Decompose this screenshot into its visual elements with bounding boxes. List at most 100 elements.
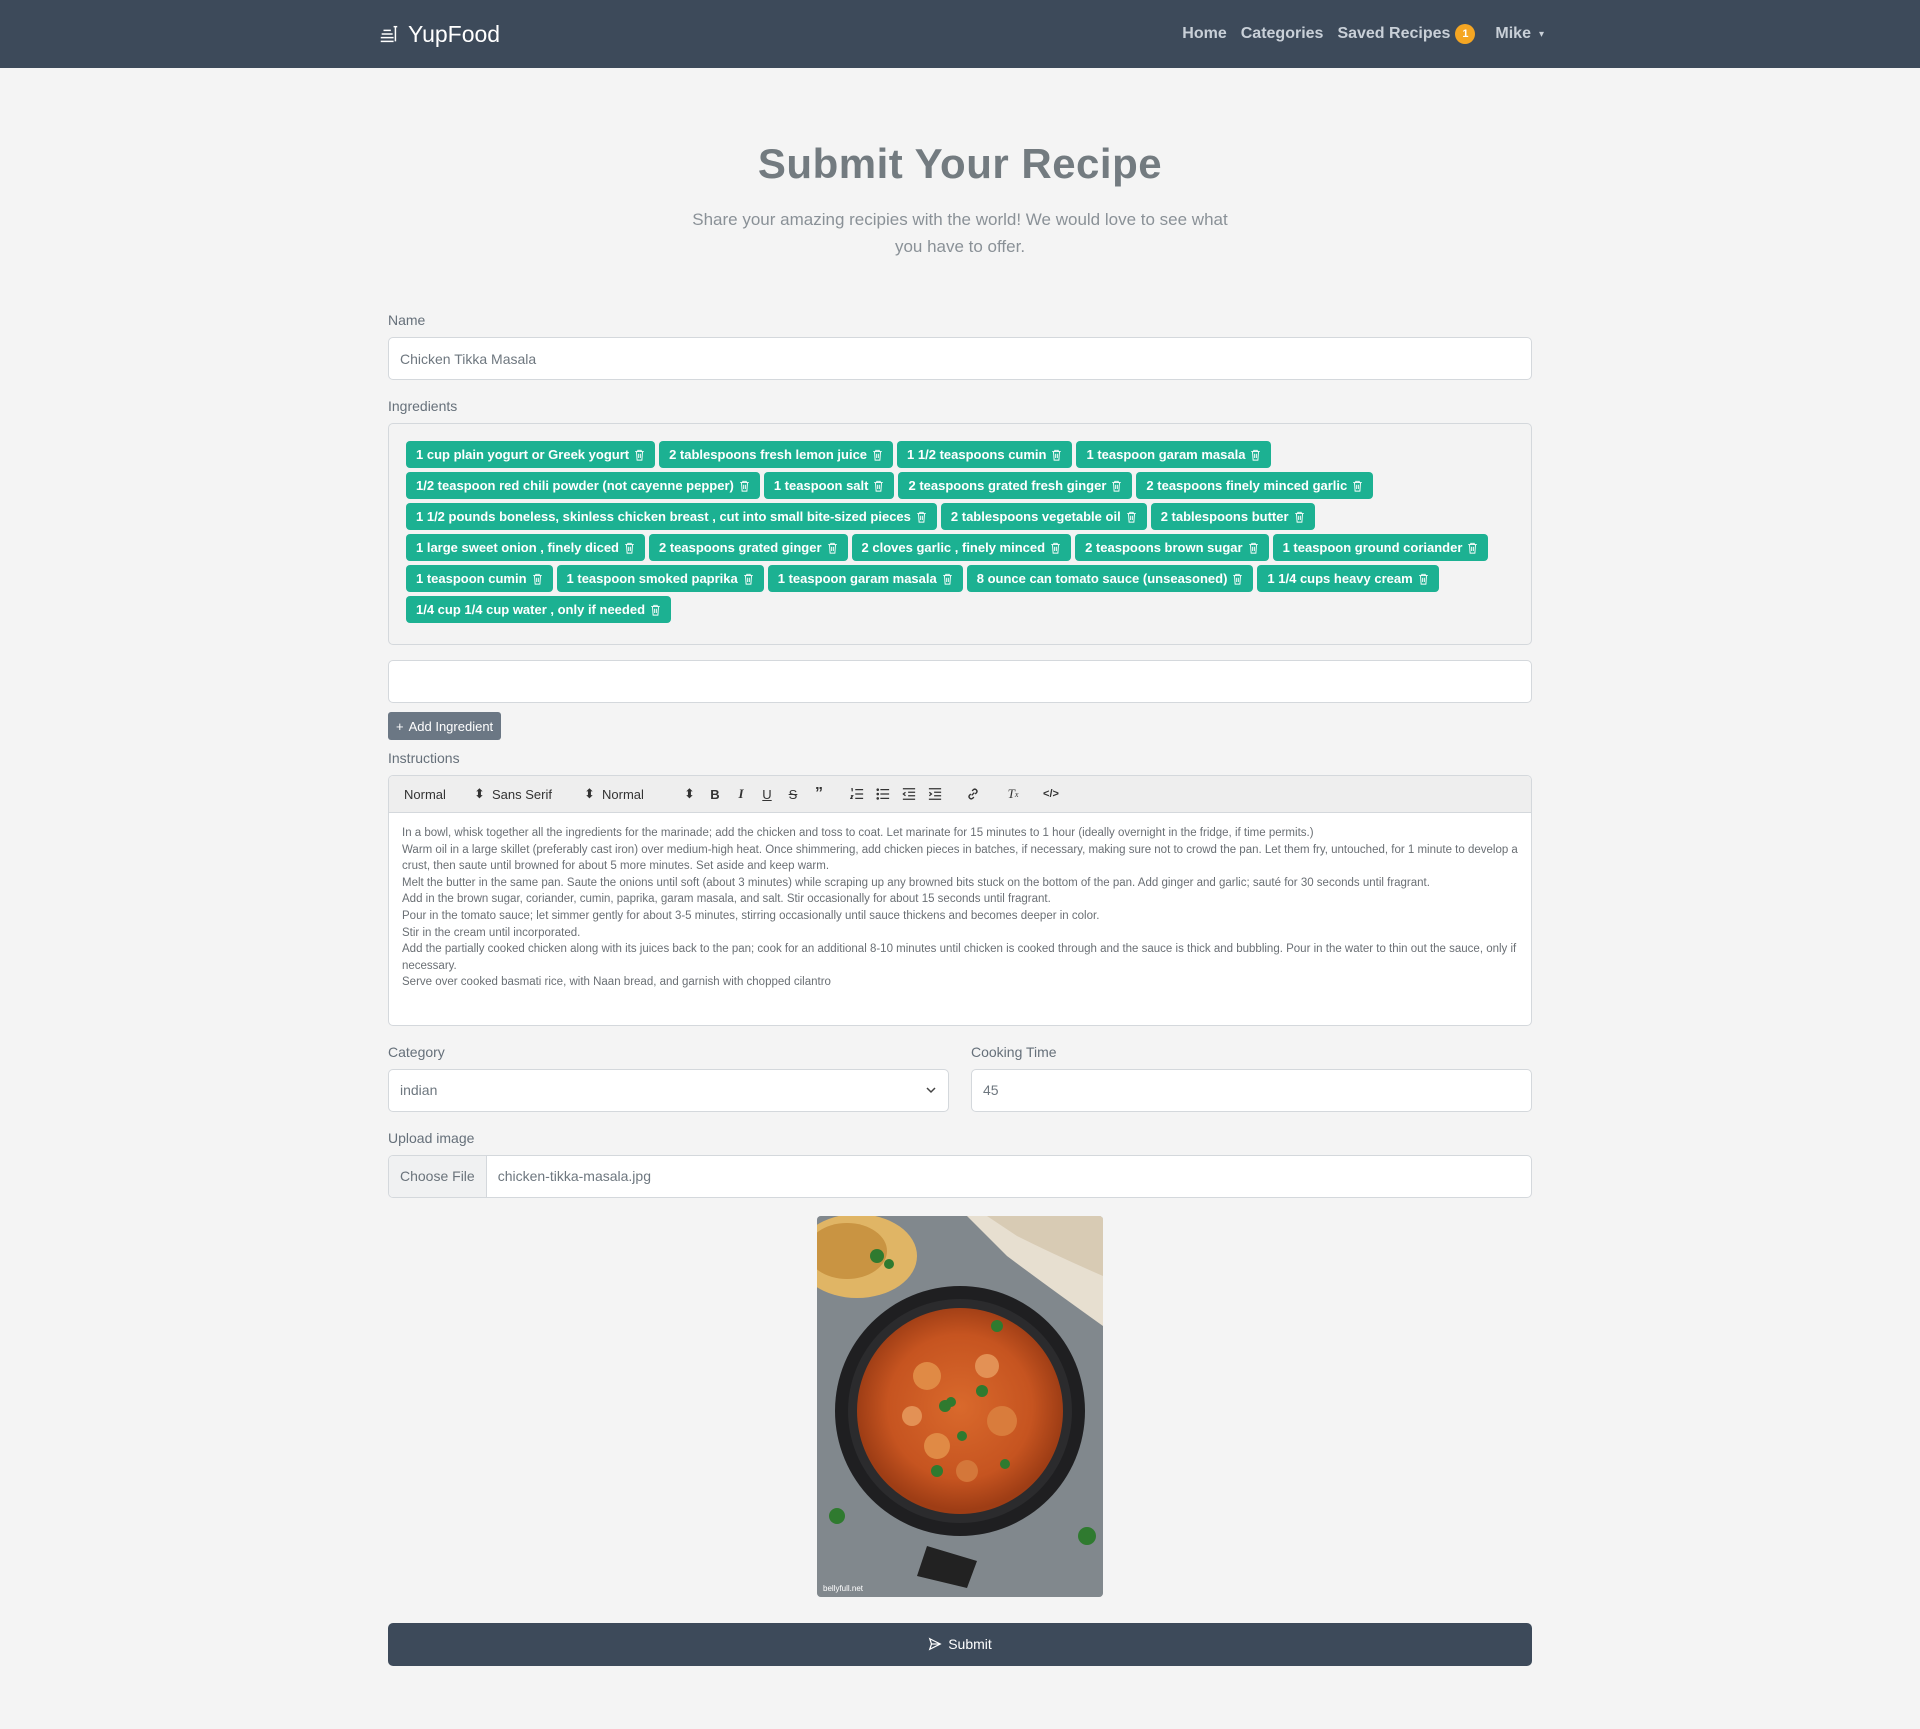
underline-icon[interactable]: U bbox=[754, 784, 780, 804]
outdent-icon[interactable] bbox=[896, 784, 922, 804]
trash-icon[interactable] bbox=[1418, 573, 1429, 585]
trash-icon[interactable] bbox=[1232, 573, 1243, 585]
submit-button[interactable]: Submit bbox=[388, 1622, 1532, 1666]
category-value: indian bbox=[400, 1082, 438, 1099]
ingredient-text: 1 teaspoon smoked paprika bbox=[566, 571, 738, 586]
ingredient-chip: 1 1/2 teaspoons cumin bbox=[897, 441, 1073, 468]
recipe-form: Name Chicken Tikka Masala Ingredients 1 … bbox=[388, 312, 1532, 1666]
ingredient-text: 2 tablespoons fresh lemon juice bbox=[669, 447, 868, 462]
indent-icon[interactable] bbox=[922, 784, 948, 804]
heading-select[interactable]: Normal ⬍ bbox=[404, 786, 492, 802]
recipe-image-preview: bellyfull.net bbox=[817, 1215, 1103, 1597]
ingredient-list: 1 cup plain yogurt or Greek yogurt 2 tabl… bbox=[388, 423, 1532, 645]
category-select[interactable]: indian bbox=[388, 1068, 949, 1112]
bold-icon[interactable]: B bbox=[702, 784, 728, 804]
cooking-time-label: Cooking Time bbox=[971, 1043, 1057, 1060]
link-icon[interactable] bbox=[960, 784, 986, 804]
trash-icon[interactable] bbox=[916, 511, 927, 523]
code-icon[interactable]: </> bbox=[1038, 784, 1064, 804]
trash-icon[interactable] bbox=[872, 449, 883, 461]
font-select[interactable]: Sans Serif ⬍ bbox=[492, 786, 602, 802]
navbar: YupFood Home Categories Saved Recipes 1 … bbox=[0, 0, 1920, 68]
trash-icon[interactable] bbox=[634, 449, 645, 461]
instruction-line: Melt the butter in the same pan. Saute t… bbox=[402, 876, 1430, 889]
brand-logo[interactable]: YupFood bbox=[378, 0, 500, 68]
strike-icon[interactable]: S bbox=[780, 784, 806, 804]
nav-links: Home Categories Saved Recipes 1 Mike ▾ bbox=[1182, 0, 1544, 68]
category-label: Category bbox=[388, 1043, 445, 1060]
trash-icon[interactable] bbox=[827, 542, 838, 554]
instruction-line: Add in the brown sugar, coriander, cumin… bbox=[402, 893, 1051, 906]
trash-icon[interactable] bbox=[1250, 449, 1261, 461]
send-icon bbox=[928, 1637, 942, 1651]
instruction-line: Serve over cooked basmati rice, with Naa… bbox=[402, 976, 831, 989]
ingredient-text: 1/2 teaspoon red chili powder (not cayen… bbox=[416, 478, 734, 493]
upload-label: Upload image bbox=[388, 1129, 475, 1146]
upload-group: Upload image Choose File chicken-tikka-m… bbox=[388, 1130, 1532, 1198]
cooking-time-group: Cooking Time 45 bbox=[971, 1044, 1532, 1112]
plus-icon: + bbox=[396, 718, 404, 734]
ingredient-chip: 8 ounce can tomato sauce (unseasoned) bbox=[966, 565, 1254, 592]
saved-recipes-label: Saved Recipes bbox=[1337, 25, 1451, 42]
name-input[interactable]: Chicken Tikka Masala bbox=[388, 337, 1532, 380]
font-select-value: Sans Serif bbox=[492, 786, 552, 802]
italic-icon[interactable]: I bbox=[728, 784, 754, 804]
trash-icon[interactable] bbox=[739, 480, 750, 492]
trash-icon[interactable] bbox=[942, 573, 953, 585]
user-menu[interactable]: Mike ▾ bbox=[1495, 25, 1544, 43]
trash-icon[interactable] bbox=[1050, 542, 1061, 554]
trash-icon[interactable] bbox=[1352, 480, 1363, 492]
caret-down-icon: ▾ bbox=[1538, 28, 1544, 40]
instruction-line: Stir in the cream until incorporated. bbox=[402, 926, 581, 939]
user-name: Mike bbox=[1495, 25, 1531, 42]
ingredient-text: 1 teaspoon garam masala bbox=[1086, 447, 1246, 462]
ingredient-text: 1 1/2 teaspoons cumin bbox=[907, 447, 1047, 462]
nav-saved-recipes[interactable]: Saved Recipes 1 bbox=[1337, 24, 1476, 44]
ingredient-chip: 2 tablespoons butter bbox=[1150, 503, 1315, 530]
trash-icon[interactable] bbox=[532, 573, 543, 585]
choose-file-button[interactable]: Choose File bbox=[389, 1155, 487, 1197]
ingredient-text: 2 tablespoons vegetable oil bbox=[950, 509, 1121, 524]
ordered-list-icon[interactable] bbox=[844, 784, 870, 804]
trash-icon[interactable] bbox=[624, 542, 635, 554]
file-input[interactable]: Choose File chicken-tikka-masala.jpg bbox=[388, 1154, 1532, 1198]
trash-icon[interactable] bbox=[1051, 449, 1062, 461]
category-group: Category indian bbox=[388, 1044, 949, 1112]
ingredients-label: Ingredients bbox=[388, 398, 458, 414]
instruction-line: In a bowl, whisk together all the ingred… bbox=[402, 827, 1314, 839]
new-ingredient-group: + Add Ingredient bbox=[388, 660, 1532, 740]
instructions-label: Instructions bbox=[388, 750, 460, 766]
blockquote-icon[interactable]: ” bbox=[806, 784, 832, 804]
add-ingredient-button[interactable]: + Add Ingredient bbox=[388, 712, 502, 740]
clear-format-icon[interactable]: Tx bbox=[1000, 784, 1026, 804]
trash-icon[interactable] bbox=[743, 573, 754, 585]
instructions-text[interactable]: In a bowl, whisk together all the ingred… bbox=[389, 813, 1531, 1025]
image-watermark: bellyfull.net bbox=[823, 1584, 864, 1593]
updown-icon: ⬍ bbox=[584, 786, 595, 801]
trash-icon[interactable] bbox=[1111, 480, 1122, 492]
trash-icon[interactable] bbox=[1126, 511, 1137, 523]
ingredient-text: 2 teaspoons grated fresh ginger bbox=[908, 478, 1107, 493]
brand-name: YupFood bbox=[408, 20, 501, 47]
trash-icon[interactable] bbox=[873, 480, 884, 492]
ingredient-chip: 1 cup plain yogurt or Greek yogurt bbox=[406, 441, 656, 468]
size-select[interactable]: Normal ⬍ bbox=[602, 786, 702, 802]
saved-count-badge: 1 bbox=[1455, 24, 1476, 44]
ingredient-text: 1 teaspoon cumin bbox=[416, 571, 527, 586]
ingredient-chip: 2 tablespoons vegetable oil bbox=[940, 503, 1147, 530]
cooking-time-input[interactable]: 45 bbox=[971, 1068, 1532, 1112]
instruction-line: Pour in the tomato sauce; let simmer gen… bbox=[402, 909, 1100, 922]
nav-categories[interactable]: Categories bbox=[1241, 25, 1324, 43]
new-ingredient-input[interactable] bbox=[388, 660, 1532, 703]
ingredient-chip: 1 teaspoon smoked paprika bbox=[556, 565, 764, 592]
trash-icon[interactable] bbox=[650, 604, 661, 616]
trash-icon[interactable] bbox=[1467, 542, 1478, 554]
trash-icon[interactable] bbox=[1294, 511, 1305, 523]
file-name: chicken-tikka-masala.jpg bbox=[497, 1168, 651, 1185]
bullet-list-icon[interactable] bbox=[870, 784, 896, 804]
heading-select-value: Normal bbox=[404, 786, 446, 802]
category-time-row: Category indian Cooking Time 45 bbox=[388, 1044, 1532, 1112]
ingredient-chip: 1 large sweet onion , finely diced bbox=[406, 534, 645, 561]
trash-icon[interactable] bbox=[1248, 542, 1259, 554]
nav-home[interactable]: Home bbox=[1182, 25, 1226, 43]
